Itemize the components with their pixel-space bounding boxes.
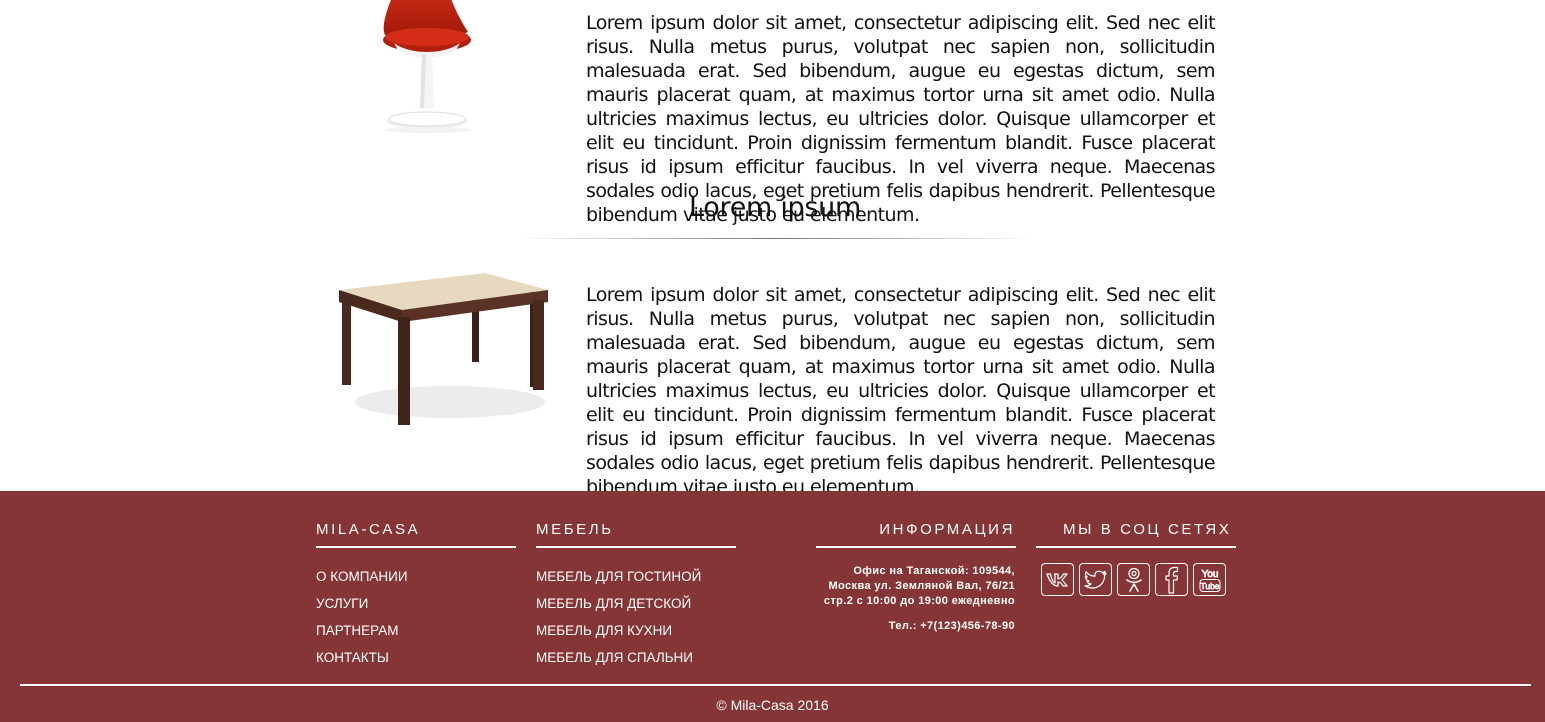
footer-link-living-room-text[interactable]: МЕБЕЛЬ ДЛЯ ГОСТИНОЙ [536, 569, 701, 584]
section-title: Lorem ipsum [689, 192, 861, 223]
footer-link-about-text[interactable]: О КОМПАНИИ [316, 569, 408, 584]
footer-furniture-links: МЕБЕЛЬ ДЛЯ ГОСТИНОЙ МЕБЕЛЬ ДЛЯ ДЕТСКОЙ М… [536, 563, 736, 671]
footer-link-kids-room[interactable]: МЕБЕЛЬ ДЛЯ ДЕТСКОЙ [536, 590, 736, 617]
footer-col-social: МЫ В СОЦ СЕТЯХ You Tube [1036, 491, 1236, 596]
footer-heading-company: MILA-CASA [316, 491, 516, 548]
footer-heading-furniture: МЕБЕЛЬ [536, 491, 736, 548]
twitter-icon[interactable] [1079, 563, 1112, 596]
footer-link-services[interactable]: УСЛУГИ [316, 590, 516, 617]
footer-heading-social: МЫ В СОЦ СЕТЯХ [1036, 491, 1236, 548]
youtube-icon[interactable]: You Tube [1193, 563, 1226, 596]
footer-col-company: MILA-CASA О КОМПАНИИ УСЛУГИ ПАРТНЕРАМ КО… [316, 491, 516, 671]
footer-col-info: ИНФОРМАЦИЯ Офис на Таганской: 109544, Мо… [816, 491, 1016, 634]
footer: MILA-CASA О КОМПАНИИ УСЛУГИ ПАРТНЕРАМ КО… [0, 491, 1545, 722]
footer-link-partners[interactable]: ПАРТНЕРАМ [316, 617, 516, 644]
footer-company-links: О КОМПАНИИ УСЛУГИ ПАРТНЕРАМ КОНТАКТЫ [316, 563, 516, 671]
footer-link-living-room[interactable]: МЕБЕЛЬ ДЛЯ ГОСТИНОЙ [536, 563, 736, 590]
chair-image [383, 0, 471, 133]
svg-text:Tube: Tube [1200, 581, 1219, 591]
copyright: © Mila-Casa 2016 [716, 697, 829, 713]
footer-link-kitchen[interactable]: МЕБЕЛЬ ДЛЯ КУХНИ [536, 617, 736, 644]
footer-col-furniture: МЕБЕЛЬ МЕБЕЛЬ ДЛЯ ГОСТИНОЙ МЕБЕЛЬ ДЛЯ ДЕ… [536, 491, 736, 671]
footer-link-services-text[interactable]: УСЛУГИ [316, 596, 368, 611]
section-divider [515, 238, 1035, 239]
footer-link-kitchen-text[interactable]: МЕБЕЛЬ ДЛЯ КУХНИ [536, 623, 672, 638]
footer-link-contacts-text[interactable]: КОНТАКТЫ [316, 650, 389, 665]
social-links: You Tube [1036, 563, 1236, 596]
main-content: Lorem ipsum dolor sit amet, consectetur … [0, 0, 1545, 491]
table-image [339, 273, 548, 425]
odnoklassniki-icon[interactable] [1117, 563, 1150, 596]
office-phone: Тел.: +7(123)456-78-90 [888, 620, 1015, 632]
footer-link-contacts[interactable]: КОНТАКТЫ [316, 644, 516, 671]
footer-heading-info: ИНФОРМАЦИЯ [816, 491, 1016, 548]
footer-link-bedroom[interactable]: МЕБЕЛЬ ДЛЯ СПАЛЬНИ [536, 644, 736, 671]
footer-link-kids-room-text[interactable]: МЕБЕЛЬ ДЛЯ ДЕТСКОЙ [536, 596, 691, 611]
office-address: Офис на Таганской: 109544, Москва ул. Зе… [823, 565, 1015, 607]
svg-text:You: You [1201, 569, 1218, 580]
facebook-icon[interactable] [1155, 563, 1188, 596]
footer-link-about[interactable]: О КОМПАНИИ [316, 563, 516, 590]
footer-link-partners-text[interactable]: ПАРТНЕРАМ [316, 623, 398, 638]
product-description-2: Lorem ipsum dolor sit amet, consectetur … [586, 284, 1216, 491]
footer-link-bedroom-text[interactable]: МЕБЕЛЬ ДЛЯ СПАЛЬНИ [536, 650, 693, 665]
vk-icon[interactable] [1041, 563, 1074, 596]
footer-divider [20, 684, 1531, 686]
